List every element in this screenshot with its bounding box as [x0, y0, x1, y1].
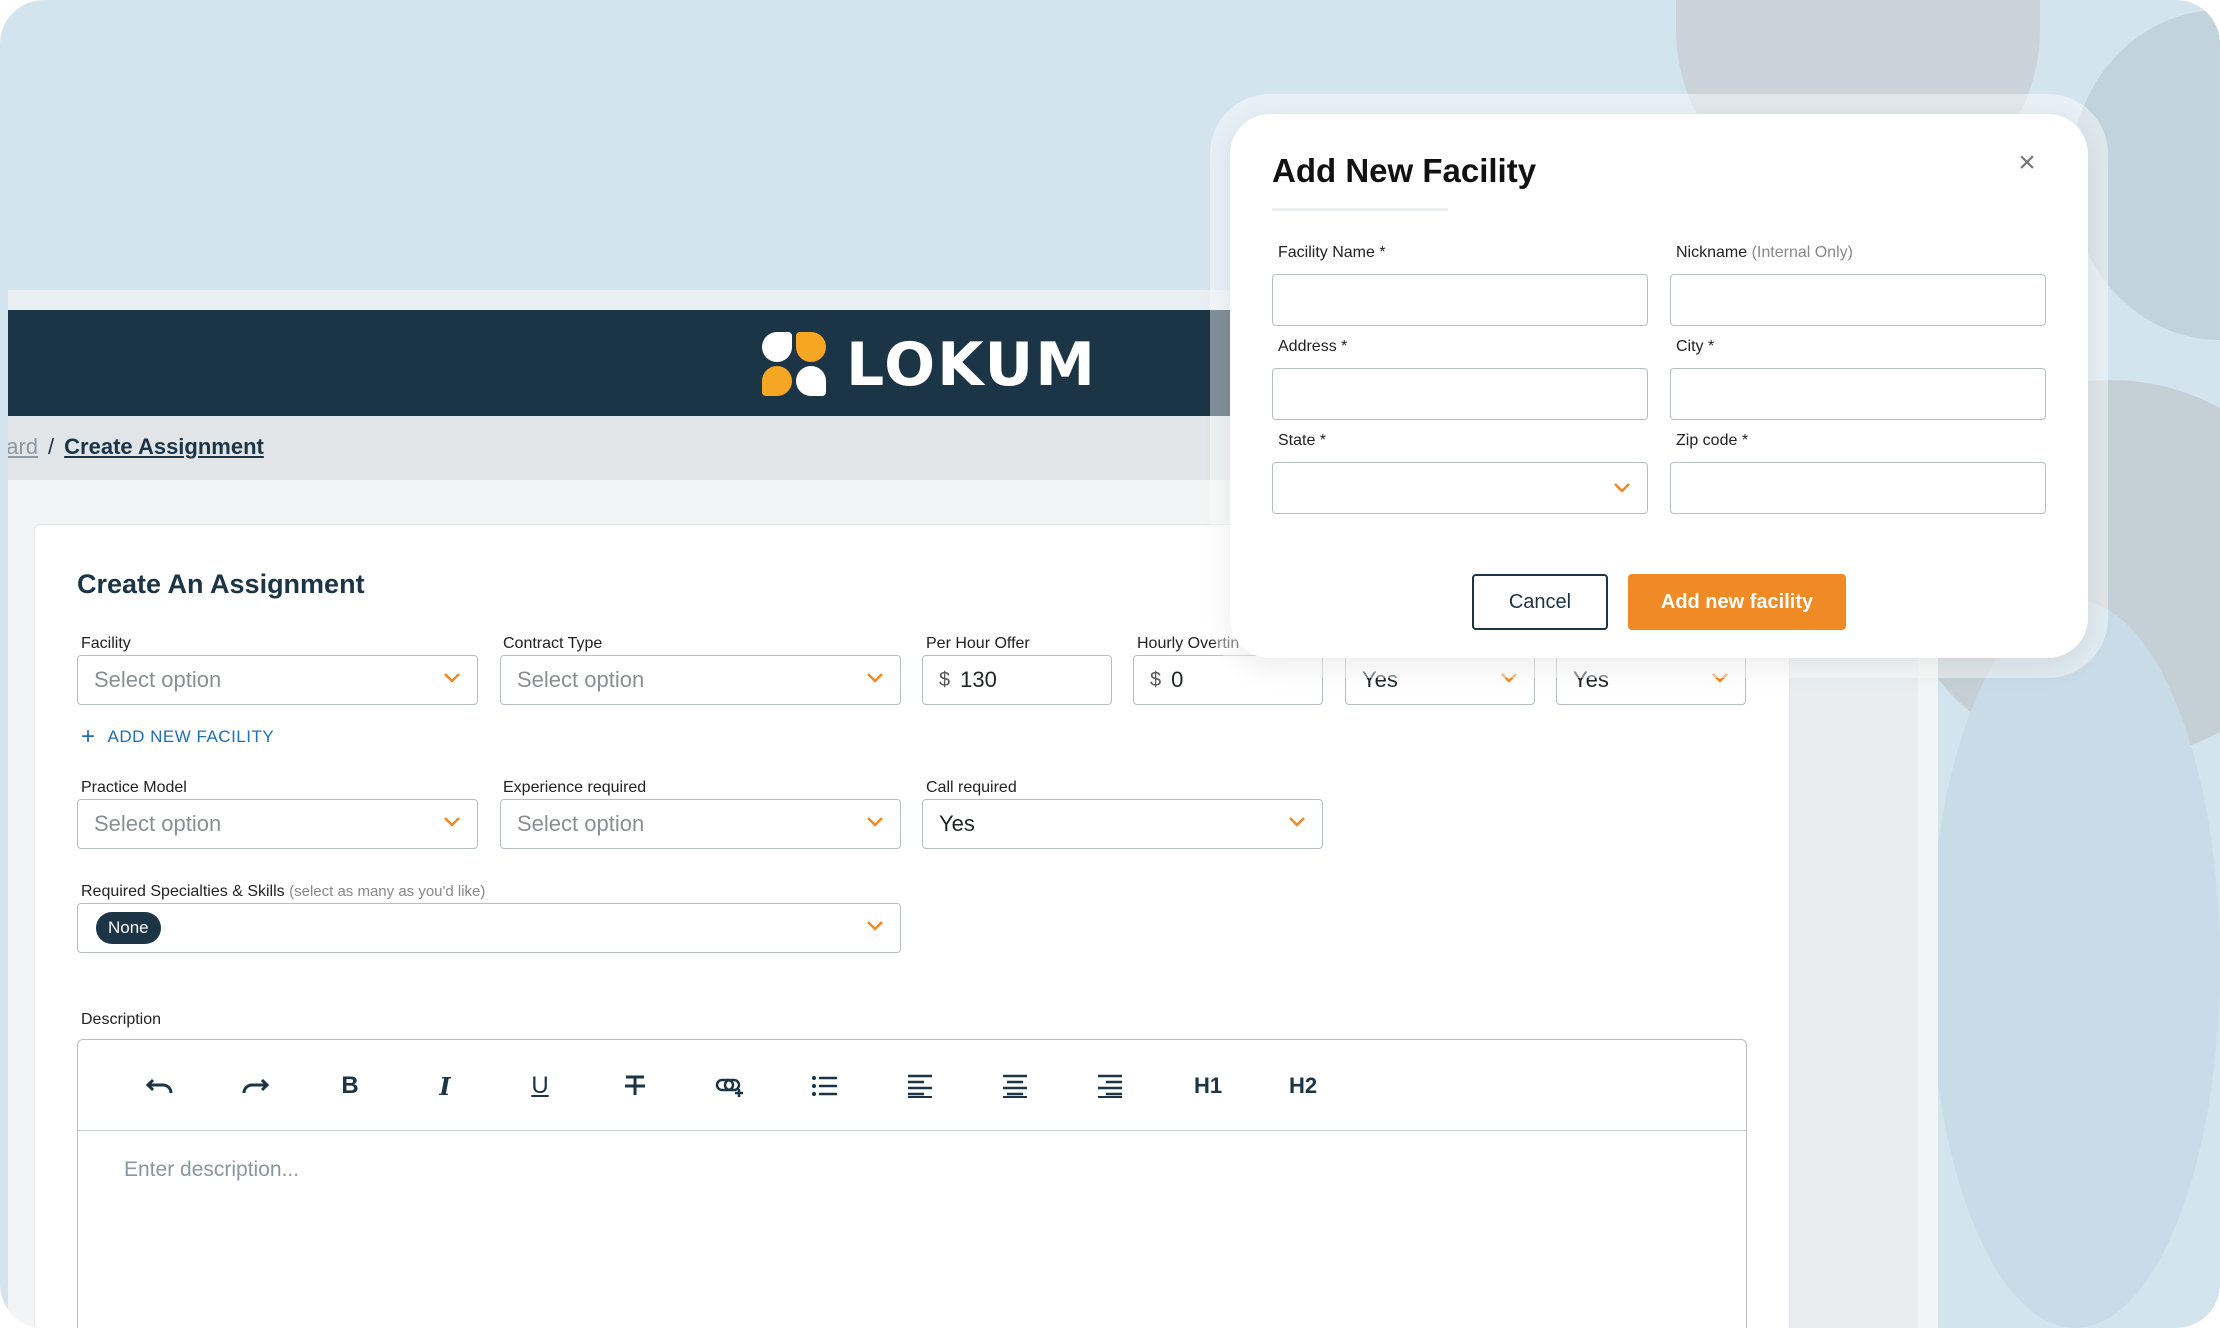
logo-mark-icon: [760, 332, 832, 398]
state-select[interactable]: [1272, 462, 1648, 514]
hourly-overtime-value: 0: [1171, 667, 1184, 692]
plus-icon: +: [81, 723, 96, 750]
chevron-down-icon: [1614, 483, 1630, 493]
facility-select[interactable]: Select option: [77, 655, 478, 705]
undo-icon[interactable]: [140, 1066, 180, 1106]
screenshot-frame: LOKUM oard / Create Assignment Create An…: [0, 0, 2220, 1328]
underline-icon[interactable]: U: [520, 1066, 560, 1106]
experience-required-select[interactable]: Select option: [500, 799, 901, 849]
chevron-down-icon: [867, 817, 883, 827]
align-left-icon[interactable]: [900, 1066, 940, 1106]
page-title: Create An Assignment: [77, 569, 365, 599]
per-hour-offer-label: Per Hour Offer: [926, 635, 1030, 652]
experience-required-label: Experience required: [503, 779, 647, 796]
add-new-facility-link[interactable]: + ADD NEW FACILITY: [81, 725, 274, 749]
address-label: Address *: [1278, 338, 1348, 355]
brand-logo[interactable]: LOKUM: [760, 330, 1097, 400]
nickname-hint: (Internal Only): [1751, 244, 1853, 261]
specialties-label-text: Required Specialties & Skills: [81, 883, 285, 900]
facility-name-input[interactable]: [1272, 274, 1648, 326]
description-editor[interactable]: B I U H1 H2 Enter description...: [77, 1039, 1747, 1328]
call-required-label: Call required: [926, 779, 1017, 796]
call-required-select[interactable]: Yes: [922, 799, 1323, 849]
chevron-down-icon: [1289, 817, 1305, 827]
align-right-icon[interactable]: [1090, 1066, 1130, 1106]
currency-symbol: $: [939, 668, 951, 691]
city-label: City *: [1676, 338, 1715, 355]
facility-label: Facility: [81, 635, 131, 652]
specialties-label: Required Specialties & Skills (select as…: [81, 883, 485, 901]
cancel-button[interactable]: Cancel: [1472, 574, 1608, 630]
specialties-hint: (select as many as you'd like): [289, 883, 486, 900]
add-facility-modal: Add New Facility × Facility Name * Nickn…: [1230, 114, 2088, 658]
contract-type-select-value: Select option: [517, 667, 645, 692]
align-center-icon[interactable]: [995, 1066, 1035, 1106]
add-facility-button[interactable]: Add new facility: [1628, 574, 1846, 630]
close-icon[interactable]: ×: [2012, 148, 2042, 178]
per-hour-offer-input[interactable]: $ 130: [922, 655, 1112, 705]
currency-symbol: $: [1150, 668, 1162, 691]
link-icon[interactable]: [710, 1066, 750, 1106]
italic-icon[interactable]: I: [425, 1066, 465, 1106]
breadcrumb: oard / Create Assignment: [8, 434, 264, 460]
city-input[interactable]: [1670, 368, 2046, 420]
contract-type-select[interactable]: Select option: [500, 655, 901, 705]
experience-required-select-value: Select option: [517, 811, 645, 836]
editor-toolbar: B I U H1 H2: [78, 1040, 1746, 1131]
description-label: Description: [81, 1011, 162, 1028]
heading-1-button[interactable]: H1: [1185, 1066, 1231, 1106]
specialties-multiselect[interactable]: None: [77, 903, 901, 953]
zip-code-input[interactable]: [1670, 462, 2046, 514]
description-placeholder: Enter description...: [124, 1158, 300, 1181]
modal-title: Add New Facility: [1272, 152, 1537, 189]
nickname-label-text: Nickname: [1676, 244, 1748, 261]
nickname-input[interactable]: [1670, 274, 2046, 326]
bold-icon[interactable]: B: [330, 1066, 370, 1106]
call-required-select-value: Yes: [939, 811, 975, 836]
per-hour-offer-value: 130: [960, 667, 997, 692]
chevron-down-icon: [444, 673, 460, 683]
heading-2-button[interactable]: H2: [1280, 1066, 1326, 1106]
brand-name: LOKUM: [846, 330, 1097, 400]
chevron-down-icon: [444, 817, 460, 827]
modal-title-divider: [1272, 208, 1448, 211]
breadcrumb-dashboard-link[interactable]: oard: [8, 434, 38, 460]
practice-model-label: Practice Model: [81, 779, 187, 796]
address-input[interactable]: [1272, 368, 1648, 420]
chevron-down-icon: [867, 673, 883, 683]
bullet-list-icon[interactable]: [805, 1066, 845, 1106]
practice-model-select-value: Select option: [94, 811, 222, 836]
zip-code-label: Zip code *: [1676, 432, 1749, 449]
background-shape: [1930, 600, 2220, 1328]
facility-name-label: Facility Name *: [1278, 244, 1386, 261]
nickname-label: Nickname (Internal Only): [1676, 244, 1853, 262]
specialty-chip[interactable]: None: [96, 912, 161, 944]
strikethrough-icon[interactable]: [615, 1066, 655, 1106]
redo-icon[interactable]: [235, 1066, 275, 1106]
add-new-facility-label: ADD NEW FACILITY: [107, 727, 275, 746]
breadcrumb-current[interactable]: Create Assignment: [64, 434, 264, 460]
contract-type-label: Contract Type: [503, 635, 603, 652]
facility-select-value: Select option: [94, 667, 222, 692]
practice-model-select[interactable]: Select option: [77, 799, 478, 849]
state-label: State *: [1278, 432, 1327, 449]
breadcrumb-separator: /: [48, 434, 55, 459]
chevron-down-icon: [867, 921, 883, 931]
